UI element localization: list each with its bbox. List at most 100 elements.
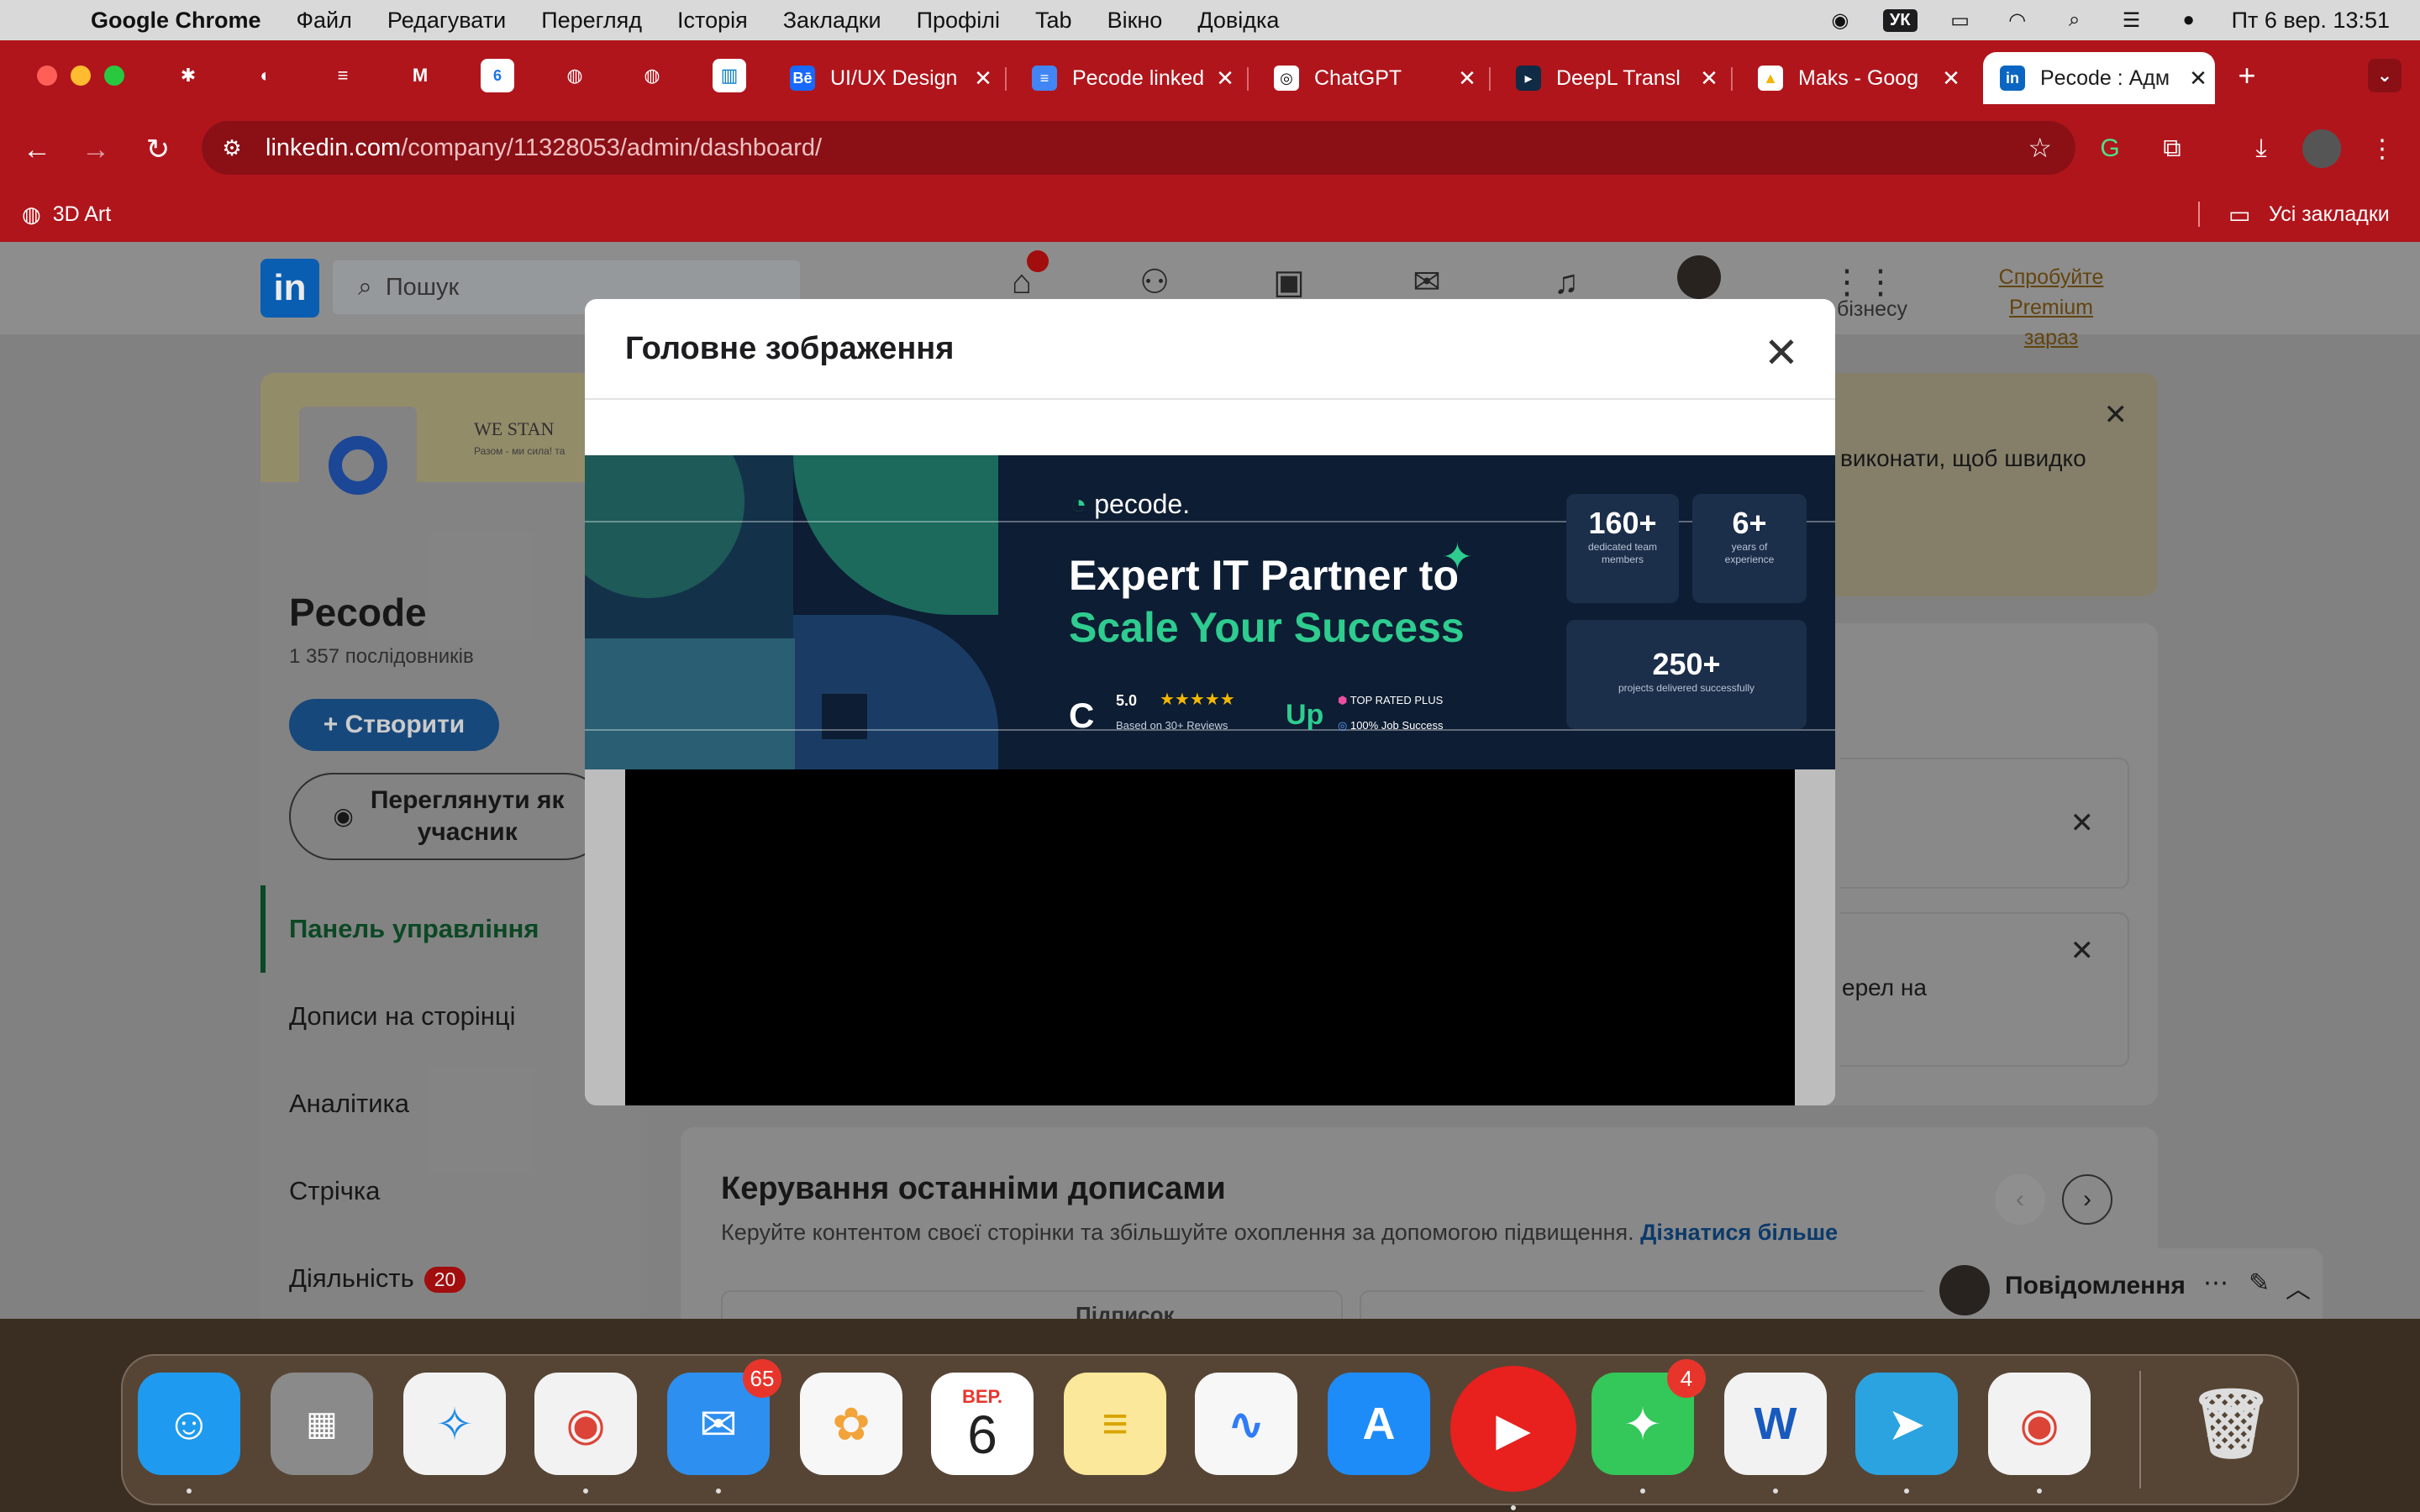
macos-menubar: Google Chrome Файл Редагувати Перегляд І… (0, 0, 2420, 40)
dock-photos-icon[interactable]: ✿ (800, 1373, 902, 1475)
macos-dock: ☺ ▦ ✧ ◉ ✉ 65 ✿ ВЕР. 6 ≡ ∿ A ▶ ✦ 4 W ➤ ◉ 🗑 (121, 1354, 2299, 1510)
tab-close-icon[interactable]: ✕ (1450, 66, 1484, 92)
back-arrow-icon[interactable]: ← (17, 129, 57, 170)
dock-calendar-icon[interactable]: ВЕР. 6 (931, 1373, 1034, 1475)
menu-file[interactable]: Файл (297, 8, 352, 34)
profile-avatar[interactable] (2302, 129, 2341, 168)
rating-note: Based on 30+ Reviews (1116, 719, 1228, 732)
site-info-icon[interactable]: ⚙ (215, 131, 249, 165)
mail-badge: 65 (743, 1359, 781, 1398)
tab-close-icon[interactable]: ✕ (2181, 66, 2215, 92)
forward-arrow-icon[interactable]: → (76, 129, 116, 170)
banner-shape (793, 455, 998, 615)
dock-trash-icon[interactable]: 🗑 (2180, 1373, 2282, 1475)
dock-safari-icon[interactable]: ✧ (403, 1373, 506, 1475)
tab-google-docs[interactable]: ≡ Pecode linked ✕ (1015, 52, 1242, 104)
dock-launchpad-icon[interactable]: ▦ (271, 1373, 373, 1475)
pinned-tab-globe-icon-2[interactable]: ◍ (635, 59, 669, 92)
rating-stars: ★★★★★ (1160, 690, 1235, 709)
pinned-tab-trello-icon[interactable]: ▥ (713, 59, 746, 92)
grammarly-extension-icon[interactable]: G (2091, 129, 2129, 168)
spotlight-search-icon[interactable]: ⌕ (2060, 8, 2089, 33)
pinned-tab-calendar-icon[interactable]: 6 (481, 59, 514, 92)
tab-separator (1731, 67, 1733, 91)
tab-close-icon[interactable]: ✕ (1208, 66, 1242, 92)
cover-banner-image[interactable]: ◔ pecode. Expert IT Partner to ✦ Scale Y… (585, 455, 1835, 769)
tab-close-icon[interactable]: ✕ (966, 66, 1000, 92)
tab-title: Pecode : Адм (2040, 66, 2170, 90)
dock-mail-icon[interactable]: ✉ 65 (667, 1359, 781, 1494)
tab-behance[interactable]: Bē UI/UX Design ✕ (773, 52, 1000, 104)
menu-app-name[interactable]: Google Chrome (91, 8, 261, 34)
tab-linkedin-active[interactable]: in Pecode : Адм ✕ (1983, 52, 2215, 104)
menu-edit[interactable]: Редагувати (387, 8, 506, 34)
dock-chrome-profile-icon[interactable]: ◉ (1988, 1373, 2091, 1494)
all-bookmarks[interactable]: Усі закладки (2269, 202, 2390, 227)
menu-profiles[interactable]: Профілі (917, 8, 1000, 34)
pecode-logo: ◔ pecode. (1071, 489, 1191, 519)
wifi-icon[interactable]: ◠ (2003, 8, 2032, 33)
pinned-tab-globe-icon[interactable]: ◍ (558, 59, 592, 92)
dock-app-store-icon[interactable]: A (1328, 1373, 1430, 1475)
url-domain: linkedin.com (266, 134, 402, 161)
tab-chatgpt[interactable]: ◎ ChatGPT ✕ (1257, 52, 1484, 104)
rating-value: 5.0 (1116, 692, 1138, 709)
upwork-top-rated: ⬢ TOP RATED PLUS (1338, 694, 1444, 706)
dock-finder-icon[interactable]: ☺ (138, 1373, 240, 1494)
bookmark-3d-art[interactable]: 3D Art (53, 202, 111, 227)
menu-history[interactable]: Історія (677, 8, 748, 34)
dock-notes-icon[interactable]: ≡ (1064, 1373, 1166, 1475)
extensions-puzzle-icon[interactable]: ⧉ (2153, 129, 2191, 168)
menu-help[interactable]: Довідка (1197, 8, 1279, 34)
input-language-indicator[interactable]: УК (1882, 8, 1918, 32)
tab-close-icon[interactable]: ✕ (1934, 66, 1968, 92)
browser-toolbar: ← → ↻ ⚙ linkedin.com/company/11328053/ad… (0, 111, 2420, 186)
tab-title: UI/UX Design (830, 66, 958, 90)
stat-projects-delivered: 250+ projects delivered successfully (1566, 620, 1807, 729)
notification-center-icon[interactable]: ◉ (1826, 8, 1854, 33)
behance-icon: Bē (790, 66, 815, 91)
pinned-tab-slack-icon[interactable]: ✱ (171, 59, 205, 92)
modal-close-icon[interactable]: ✕ (1758, 329, 1805, 376)
bookmark-star-icon[interactable]: ☆ (2028, 132, 2052, 164)
google-drive-icon: ▲ (1758, 66, 1783, 91)
url-path: /company/11328053/admin/dashboard/ (401, 134, 823, 161)
dock-messages-icon[interactable]: ✦ 4 (1591, 1359, 1706, 1494)
downloads-icon[interactable]: ⤓ (2242, 129, 2281, 168)
tab-deepl[interactable]: ▸ DeepL Transl ✕ (1499, 52, 1726, 104)
control-center-icon[interactable]: ☰ (2118, 8, 2146, 33)
new-tab-plus-icon[interactable]: + (2230, 58, 2264, 92)
window-minimize-button[interactable] (71, 66, 91, 86)
window-close-button[interactable] (37, 66, 57, 86)
banner-headline-1: Expert IT Partner to (1069, 552, 1459, 599)
bookmarks-divider (2198, 202, 2200, 227)
menu-bookmarks[interactable]: Закладки (783, 8, 881, 34)
chrome-menu-icon[interactable]: ⋮ (2363, 129, 2402, 168)
tab-search-chevron-icon[interactable]: ⌄ (2368, 59, 2402, 92)
tab-strip: ✱ ◐ ≡ M 6 ◍ ◍ ▥ Bē UI/UX Design ✕ ≡ Peco… (0, 40, 2420, 111)
deepl-icon: ▸ (1516, 66, 1541, 91)
address-bar[interactable]: ⚙ linkedin.com/company/11328053/admin/da… (202, 121, 2075, 175)
reload-icon[interactable]: ↻ (138, 129, 178, 170)
pinned-tab-gmail-icon[interactable]: M (403, 59, 437, 92)
dock-telegram-icon[interactable]: ➤ (1855, 1373, 1958, 1494)
menu-tab[interactable]: Tab (1035, 8, 1072, 34)
tab-separator (1489, 67, 1491, 91)
dock-freeform-icon[interactable]: ∿ (1195, 1373, 1297, 1475)
tab-google-drive[interactable]: ▲ Maks - Goog ✕ (1741, 52, 1968, 104)
dock-youtube-music-icon[interactable]: ▶ (1450, 1366, 1576, 1510)
tab-title: DeepL Transl (1556, 66, 1681, 90)
tab-close-icon[interactable]: ✕ (1692, 66, 1726, 92)
menu-view[interactable]: Перегляд (541, 8, 642, 34)
menubar-datetime[interactable]: Пт 6 вер. 13:51 (2232, 8, 2390, 34)
siri-icon[interactable]: ● (2175, 8, 2203, 33)
menu-window[interactable]: Вікно (1107, 8, 1163, 34)
pinned-tab-linear-icon[interactable]: ≡ (326, 59, 360, 92)
messages-badge: 4 (1667, 1359, 1706, 1398)
window-zoom-button[interactable] (104, 66, 124, 86)
battery-icon[interactable]: ▭ (1946, 8, 1975, 33)
dock-word-icon[interactable]: W (1724, 1373, 1827, 1494)
dock-chrome-icon[interactable]: ◉ (534, 1373, 637, 1494)
banner-shape (793, 615, 998, 769)
pinned-tab-edge-icon[interactable]: ◐ (249, 59, 282, 92)
